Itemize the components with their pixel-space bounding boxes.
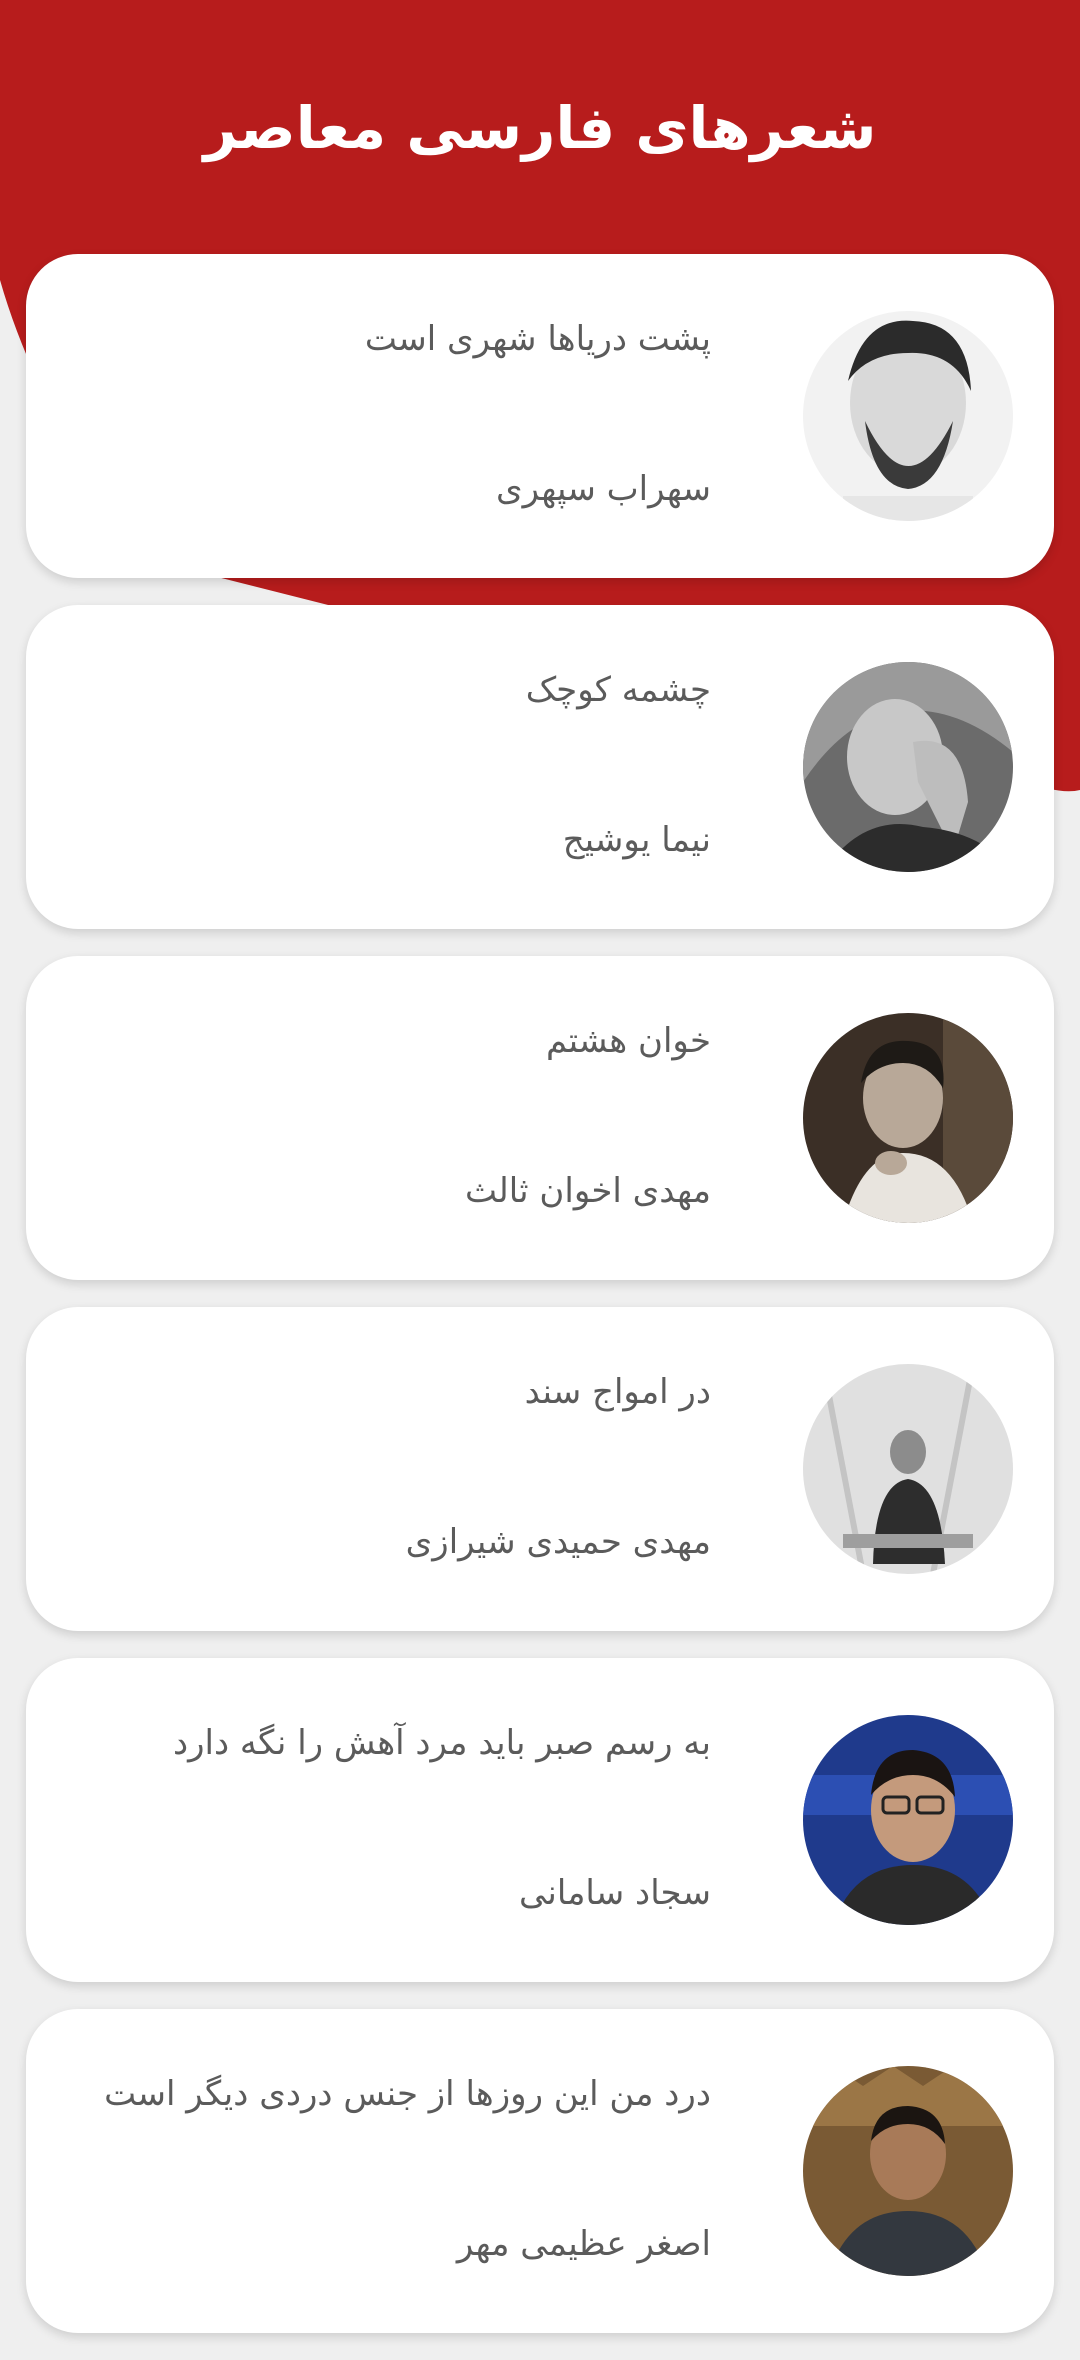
- poet-portrait-icon: [803, 311, 1013, 521]
- poem-title: چشمه کوچک: [525, 670, 711, 710]
- poet-name: اصغر عظیمی مهر: [456, 2224, 711, 2264]
- poet-name: سهراب سپهری: [496, 469, 711, 509]
- poet-portrait-icon: [803, 662, 1013, 872]
- page-title: شعرهای فارسی معاصر: [203, 94, 877, 162]
- poet-portrait-icon: [803, 1013, 1013, 1223]
- poet-avatar: [803, 1013, 1013, 1223]
- poem-card[interactable]: پشت دریاها شهری است سهراب سپهری: [26, 254, 1054, 578]
- poem-card[interactable]: خوان هشتم مهدی اخوان ثالث: [26, 956, 1054, 1280]
- poem-card[interactable]: چشمه کوچک نیما یوشیج: [26, 605, 1054, 929]
- poet-avatar: [803, 1364, 1013, 1574]
- poet-name: مهدی اخوان ثالث: [465, 1171, 711, 1211]
- poet-portrait-icon: [803, 1715, 1013, 1925]
- poem-title: در امواج سند: [524, 1372, 711, 1412]
- poet-avatar: [803, 2066, 1013, 2276]
- poet-portrait-icon: [803, 1364, 1013, 1574]
- poem-card[interactable]: درد من این روزها از جنس دردی دیگر است اص…: [26, 2009, 1054, 2333]
- poet-avatar: [803, 662, 1013, 872]
- poem-title: پشت دریاها شهری است: [364, 319, 711, 359]
- poet-portrait-icon: [803, 2066, 1013, 2276]
- poet-avatar: [803, 311, 1013, 521]
- poem-card[interactable]: به رسم صبر باید مرد آهش را نگه دارد سجاد…: [26, 1658, 1054, 1982]
- poet-name: مهدی حمیدی شیرازی: [405, 1522, 711, 1562]
- poem-card[interactable]: در امواج سند مهدی حمیدی شیرازی: [26, 1307, 1054, 1631]
- poet-name: سجاد سامانی: [519, 1873, 711, 1913]
- poet-avatar: [803, 1715, 1013, 1925]
- poet-name: نیما یوشیج: [562, 820, 711, 860]
- poem-title: خوان هشتم: [546, 1021, 711, 1061]
- poem-title: درد من این روزها از جنس دردی دیگر است: [104, 2074, 711, 2114]
- poem-title: به رسم صبر باید مرد آهش را نگه دارد: [172, 1723, 711, 1763]
- poem-list: پشت دریاها شهری است سهراب سپهری چشمه کوچ…: [26, 254, 1054, 2360]
